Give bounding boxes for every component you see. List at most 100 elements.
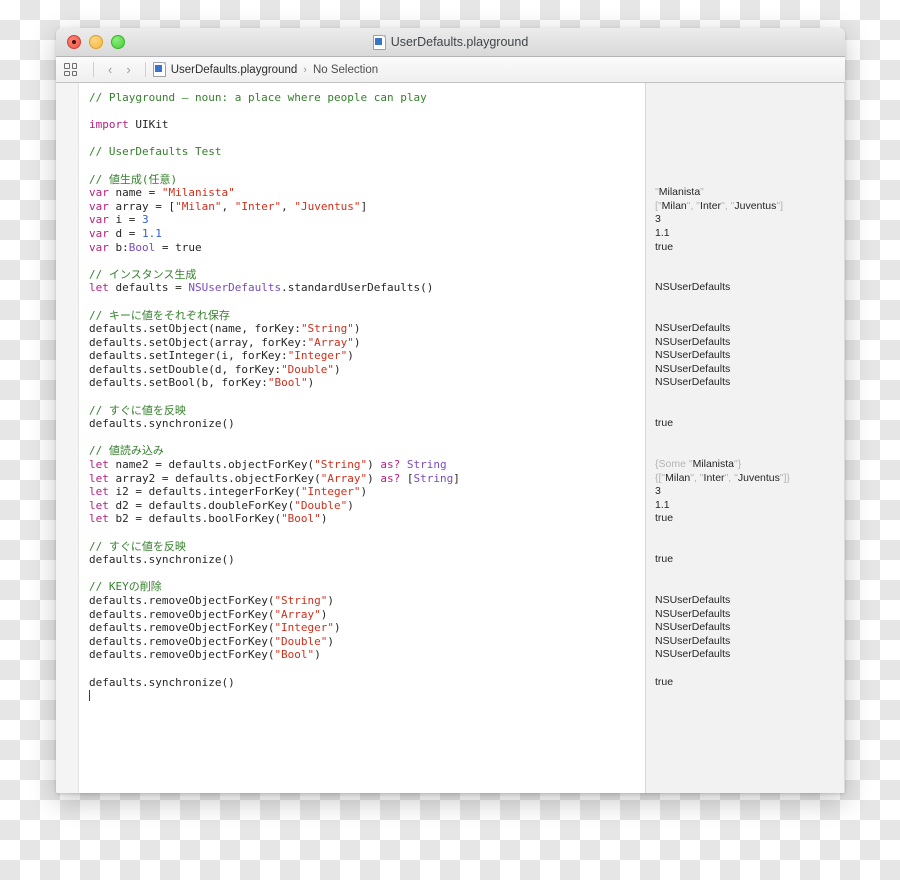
zoom-button[interactable] (111, 35, 125, 49)
code-line: defaults.removeObjectForKey("Integer") (89, 621, 645, 635)
results-values: "Milanista" ["Milan", "Inter", "Juventus"… (646, 91, 844, 703)
token-plain: ) (367, 471, 381, 485)
token-plain: defaults (89, 376, 142, 390)
breadcrumb-file[interactable]: UserDefaults.playground (171, 64, 298, 76)
token-plain: true (175, 240, 202, 254)
token-plain: ) (334, 621, 341, 635)
token-str: "String" (274, 593, 328, 607)
token-cmt: // すぐに値を反映 (89, 403, 186, 417)
code-line: var d = 1.1 (89, 227, 645, 241)
forward-button[interactable]: › (119, 63, 137, 76)
token-plain: ) (347, 349, 354, 363)
token-plain: , (221, 199, 235, 213)
minimize-button[interactable] (89, 35, 103, 49)
source-code[interactable]: // Playground — noun: a place where peop… (79, 91, 645, 703)
code-line: NSUserDefaults (655, 363, 844, 377)
token-plain: .removeObjectForKey( (141, 607, 275, 621)
token-plain: .removeObjectForKey( (141, 593, 275, 607)
token-plain: defaults (89, 322, 142, 336)
token-plain: .standardUserDefaults() (281, 281, 434, 295)
token-plain: d = (108, 226, 142, 240)
token-cmt: // すぐに値を反映 (89, 539, 186, 553)
code-line: defaults.removeObjectForKey("String") (89, 594, 645, 608)
breadcrumb-selection[interactable]: No Selection (313, 64, 378, 76)
token-str: "String" (314, 458, 368, 472)
token-dim: "} (734, 458, 742, 471)
token-num: 3 (142, 213, 149, 227)
token-plain: ) (353, 335, 361, 349)
code-line: defaults.removeObjectForKey("Bool") (89, 648, 645, 662)
grid-squares-icon[interactable] (64, 63, 77, 76)
token-plain: NSUserDefaults (655, 376, 731, 389)
code-line: NSUserDefaults (655, 621, 844, 635)
token-plain: ] (453, 471, 460, 485)
window-titlebar[interactable]: UserDefaults.playground (56, 28, 845, 57)
token-plain: NSUserDefaults (655, 335, 731, 348)
code-line: NSUserDefaults (655, 322, 844, 336)
token-kw: let (89, 498, 109, 512)
vertical-scrollbar[interactable] (844, 83, 845, 793)
token-dim: {[" (655, 471, 666, 484)
token-plain: array2 = defaults.objectForKey( (108, 471, 321, 485)
token-str: "Bool" (281, 512, 321, 526)
code-line: var array = ["Milan", "Inter", "Juventus… (89, 200, 645, 214)
token-plain: defaults (89, 607, 142, 621)
token-plain: NSUserDefaults (655, 634, 731, 647)
code-line: {["Milan", "Inter", "Juventus"]} (655, 472, 844, 486)
results-sidebar[interactable]: "Milanista" ["Milan", "Inter", "Juventus"… (645, 83, 844, 793)
token-plain: ) (307, 376, 315, 390)
editor-area: // Playground — noun: a place where peop… (56, 83, 845, 793)
code-line: let array2 = defaults.objectForKey("Arra… (89, 472, 645, 486)
token-str: "Double" (294, 498, 348, 512)
source-editor[interactable]: // Playground — noun: a place where peop… (79, 83, 645, 793)
token-kw: as? (380, 458, 401, 472)
token-cmt: // インスタンス生成 (89, 267, 197, 281)
close-button[interactable] (67, 35, 81, 49)
text-caret (89, 690, 90, 702)
token-plain: defaults = (108, 281, 189, 295)
code-line: // インスタンス生成 (89, 268, 645, 282)
token-plain: ) (347, 498, 354, 512)
token-plain: 3 (655, 213, 661, 226)
code-line: NSUserDefaults (655, 635, 844, 649)
token-plain: 3 (655, 485, 661, 498)
code-line: true (655, 676, 844, 690)
back-button[interactable]: ‹ (101, 63, 119, 76)
code-line: ["Milan", "Inter", "Juventus"] (655, 200, 844, 214)
token-plain: NSUserDefaults (655, 281, 731, 294)
token-plain: = (155, 240, 176, 254)
token-plain: Milan (661, 199, 687, 212)
token-kw: let (89, 512, 109, 526)
token-cmt: // 値生成(任意) (89, 172, 178, 186)
token-plain: true (655, 512, 674, 525)
code-line: 1.1 (655, 499, 844, 513)
token-plain: NSUserDefaults (655, 362, 731, 375)
token-plain: defaults (89, 634, 142, 648)
token-kw: var (89, 199, 109, 213)
token-str: "Integer" (300, 485, 361, 499)
token-plain: ) (327, 634, 335, 648)
token-str: "Array" (307, 335, 354, 349)
token-plain: array = [ (108, 199, 176, 213)
token-plain: ) (367, 458, 381, 472)
token-kw: let (89, 281, 109, 295)
code-line: 1.1 (655, 227, 844, 241)
code-line: defaults.removeObjectForKey("Array") (89, 608, 645, 622)
token-plain: name = (108, 186, 162, 200)
token-dim: [" (655, 199, 662, 212)
token-plain: NSUserDefaults (655, 322, 731, 335)
token-dim: ", " (690, 471, 704, 484)
token-kw: var (89, 186, 109, 200)
